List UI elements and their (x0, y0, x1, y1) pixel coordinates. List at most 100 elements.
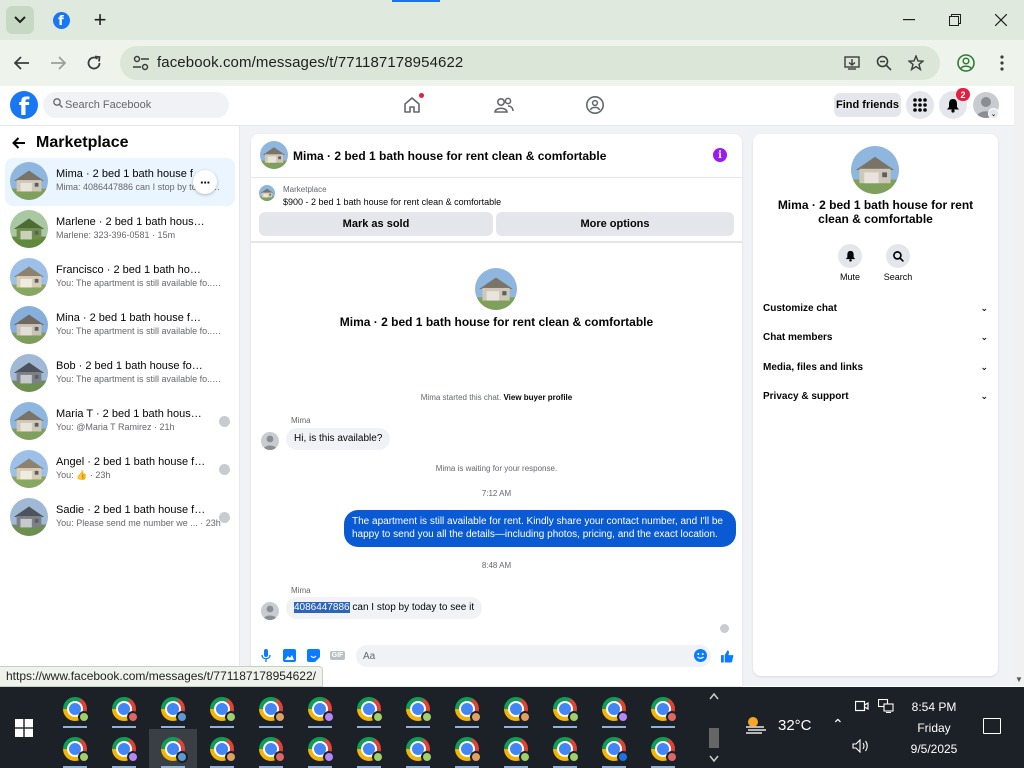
chrome-taskbar-button[interactable] (394, 689, 442, 729)
system-clock[interactable]: 8:54 PM Friday 9/5/2025 (900, 697, 968, 760)
search-conversation-button[interactable]: Search (878, 244, 918, 282)
chrome-taskbar-button[interactable] (443, 689, 491, 729)
zoom-button[interactable] (875, 54, 893, 72)
find-friends-button[interactable]: Find friends (834, 93, 901, 117)
privacy-support-row[interactable]: Privacy & support ⌄ (763, 385, 988, 407)
sender-avatar[interactable] (261, 432, 279, 450)
profile-button[interactable] (952, 49, 980, 77)
thread-avatar[interactable] (10, 402, 48, 440)
chrome-taskbar-button[interactable] (590, 729, 638, 768)
chrome-taskbar-button[interactable] (639, 689, 687, 729)
search-input[interactable] (65, 96, 215, 114)
thread-item[interactable]: Sadie · 2 bed 1 bath house for rent clea… (5, 494, 235, 542)
chat-header-avatar[interactable] (260, 141, 288, 169)
show-hidden-icons-button[interactable]: ⌃ (832, 716, 844, 733)
chrome-taskbar-button[interactable] (492, 689, 540, 729)
chrome-taskbar-button[interactable] (590, 689, 638, 729)
send-like-button[interactable] (721, 649, 734, 662)
incoming-message[interactable]: 4086447886 can I stop by today to see it (286, 597, 483, 619)
attach-photo-button[interactable] (283, 649, 296, 662)
chrome-taskbar-button[interactable] (345, 729, 393, 768)
chrome-taskbar-button[interactable] (345, 689, 393, 729)
facebook-search[interactable] (43, 92, 229, 118)
chrome-taskbar-button[interactable] (443, 729, 491, 768)
restore-button[interactable] (932, 6, 978, 34)
install-app-button[interactable] (843, 54, 861, 72)
chat-title[interactable]: Mima · 2 bed 1 bath house for rent clean… (293, 149, 606, 163)
chrome-taskbar-button[interactable] (541, 729, 589, 768)
chrome-taskbar-button[interactable] (51, 729, 99, 768)
minimize-button[interactable] (886, 6, 932, 34)
menu-grid-button[interactable] (906, 91, 934, 119)
voice-clip-button[interactable] (259, 649, 272, 662)
network-tray-icon[interactable] (877, 698, 894, 716)
thread-item[interactable]: Marlene · 2 bed 1 bath house for rent cl… (5, 206, 235, 254)
thread-avatar[interactable] (10, 162, 48, 200)
thread-item[interactable]: Maria T · 2 bed 1 bath house for rent cl… (5, 398, 235, 446)
listing-thumbnail[interactable] (259, 185, 275, 201)
site-info-icon[interactable] (132, 55, 150, 71)
listing-price[interactable]: $900 - 2 bed 1 bath house for rent clean… (283, 197, 501, 207)
thread-item[interactable]: Bob · 2 bed 1 bath house for rent clean … (5, 350, 235, 398)
chrome-taskbar-button[interactable] (541, 689, 589, 729)
chrome-taskbar-button[interactable] (492, 729, 540, 768)
thread-avatar[interactable] (10, 210, 48, 248)
thread-avatar[interactable] (10, 306, 48, 344)
chrome-taskbar-button[interactable] (247, 729, 295, 768)
chrome-taskbar-button[interactable] (198, 689, 246, 729)
volume-tray-icon[interactable] (852, 738, 870, 756)
close-window-button[interactable] (978, 6, 1024, 34)
address-bar[interactable]: facebook.com/messages/t/771187178954622 (120, 46, 940, 80)
chrome-taskbar-button[interactable] (639, 729, 687, 768)
chrome-taskbar-button[interactable] (296, 689, 344, 729)
weather-widget[interactable]: 32°C (744, 715, 812, 735)
page-scrollbar[interactable]: ▼ (1014, 86, 1024, 686)
message-input[interactable] (356, 645, 711, 667)
more-options-button[interactable]: More options (496, 212, 734, 236)
chrome-taskbar-button[interactable] (247, 689, 295, 729)
chrome-taskbar-button[interactable] (100, 689, 148, 729)
chrome-taskbar-button[interactable] (296, 729, 344, 768)
scroll-down-arrow-icon[interactable]: ▼ (1015, 675, 1023, 684)
facebook-tab[interactable]: f (47, 6, 75, 34)
new-tab-button[interactable]: + (86, 6, 114, 34)
tab-search-button[interactable] (6, 6, 34, 34)
thread-item[interactable]: Mima · 2 bed 1 bath house for rent clean… (5, 158, 235, 206)
action-center-icon[interactable] (983, 718, 1001, 734)
start-button[interactable] (0, 687, 48, 768)
sender-avatar[interactable] (261, 602, 279, 620)
outgoing-message[interactable]: The apartment is still available for ren… (344, 510, 736, 547)
thread-item[interactable]: Angel · 2 bed 1 bath house for rent clea… (5, 446, 235, 494)
chrome-taskbar-button[interactable] (149, 689, 197, 729)
thread-more-options-button[interactable]: ··· (193, 170, 217, 194)
sticker-button[interactable] (307, 649, 320, 662)
chrome-taskbar-button[interactable] (198, 729, 246, 768)
home-nav-button[interactable] (402, 93, 424, 117)
thread-avatar[interactable] (10, 258, 48, 296)
back-button[interactable] (8, 49, 36, 77)
facebook-logo[interactable]: f (10, 91, 38, 119)
taskbar-scroll[interactable] (706, 687, 722, 768)
conversation-info-icon[interactable]: i (713, 148, 727, 162)
mark-as-sold-button[interactable]: Mark as sold (259, 212, 493, 236)
view-buyer-profile-link[interactable]: View buyer profile (503, 393, 572, 402)
intro-avatar[interactable] (475, 268, 517, 310)
thread-avatar[interactable] (10, 498, 48, 536)
media-files-links-row[interactable]: Media, files and links ⌄ (763, 356, 988, 378)
details-avatar[interactable] (851, 146, 899, 194)
account-chevron-icon[interactable]: ⌄ (988, 108, 999, 119)
thread-avatar[interactable] (10, 450, 48, 488)
customize-chat-row[interactable]: Customize chat ⌄ (763, 297, 988, 319)
reload-button[interactable] (80, 49, 108, 77)
emoji-button[interactable] (694, 649, 707, 662)
chrome-taskbar-button[interactable] (51, 689, 99, 729)
camera-tray-icon[interactable] (854, 699, 869, 715)
incoming-message[interactable]: Hi, is this available? (286, 428, 391, 450)
thread-avatar[interactable] (10, 354, 48, 392)
groups-nav-button[interactable] (585, 95, 607, 117)
chrome-taskbar-button[interactable] (100, 729, 148, 768)
chrome-taskbar-button[interactable] (149, 729, 197, 768)
thread-item[interactable]: Mina · 2 bed 1 bath house for rent clean… (5, 302, 235, 350)
back-arrow-icon[interactable] (12, 137, 26, 149)
chat-members-row[interactable]: Chat members ⌄ (763, 326, 988, 348)
